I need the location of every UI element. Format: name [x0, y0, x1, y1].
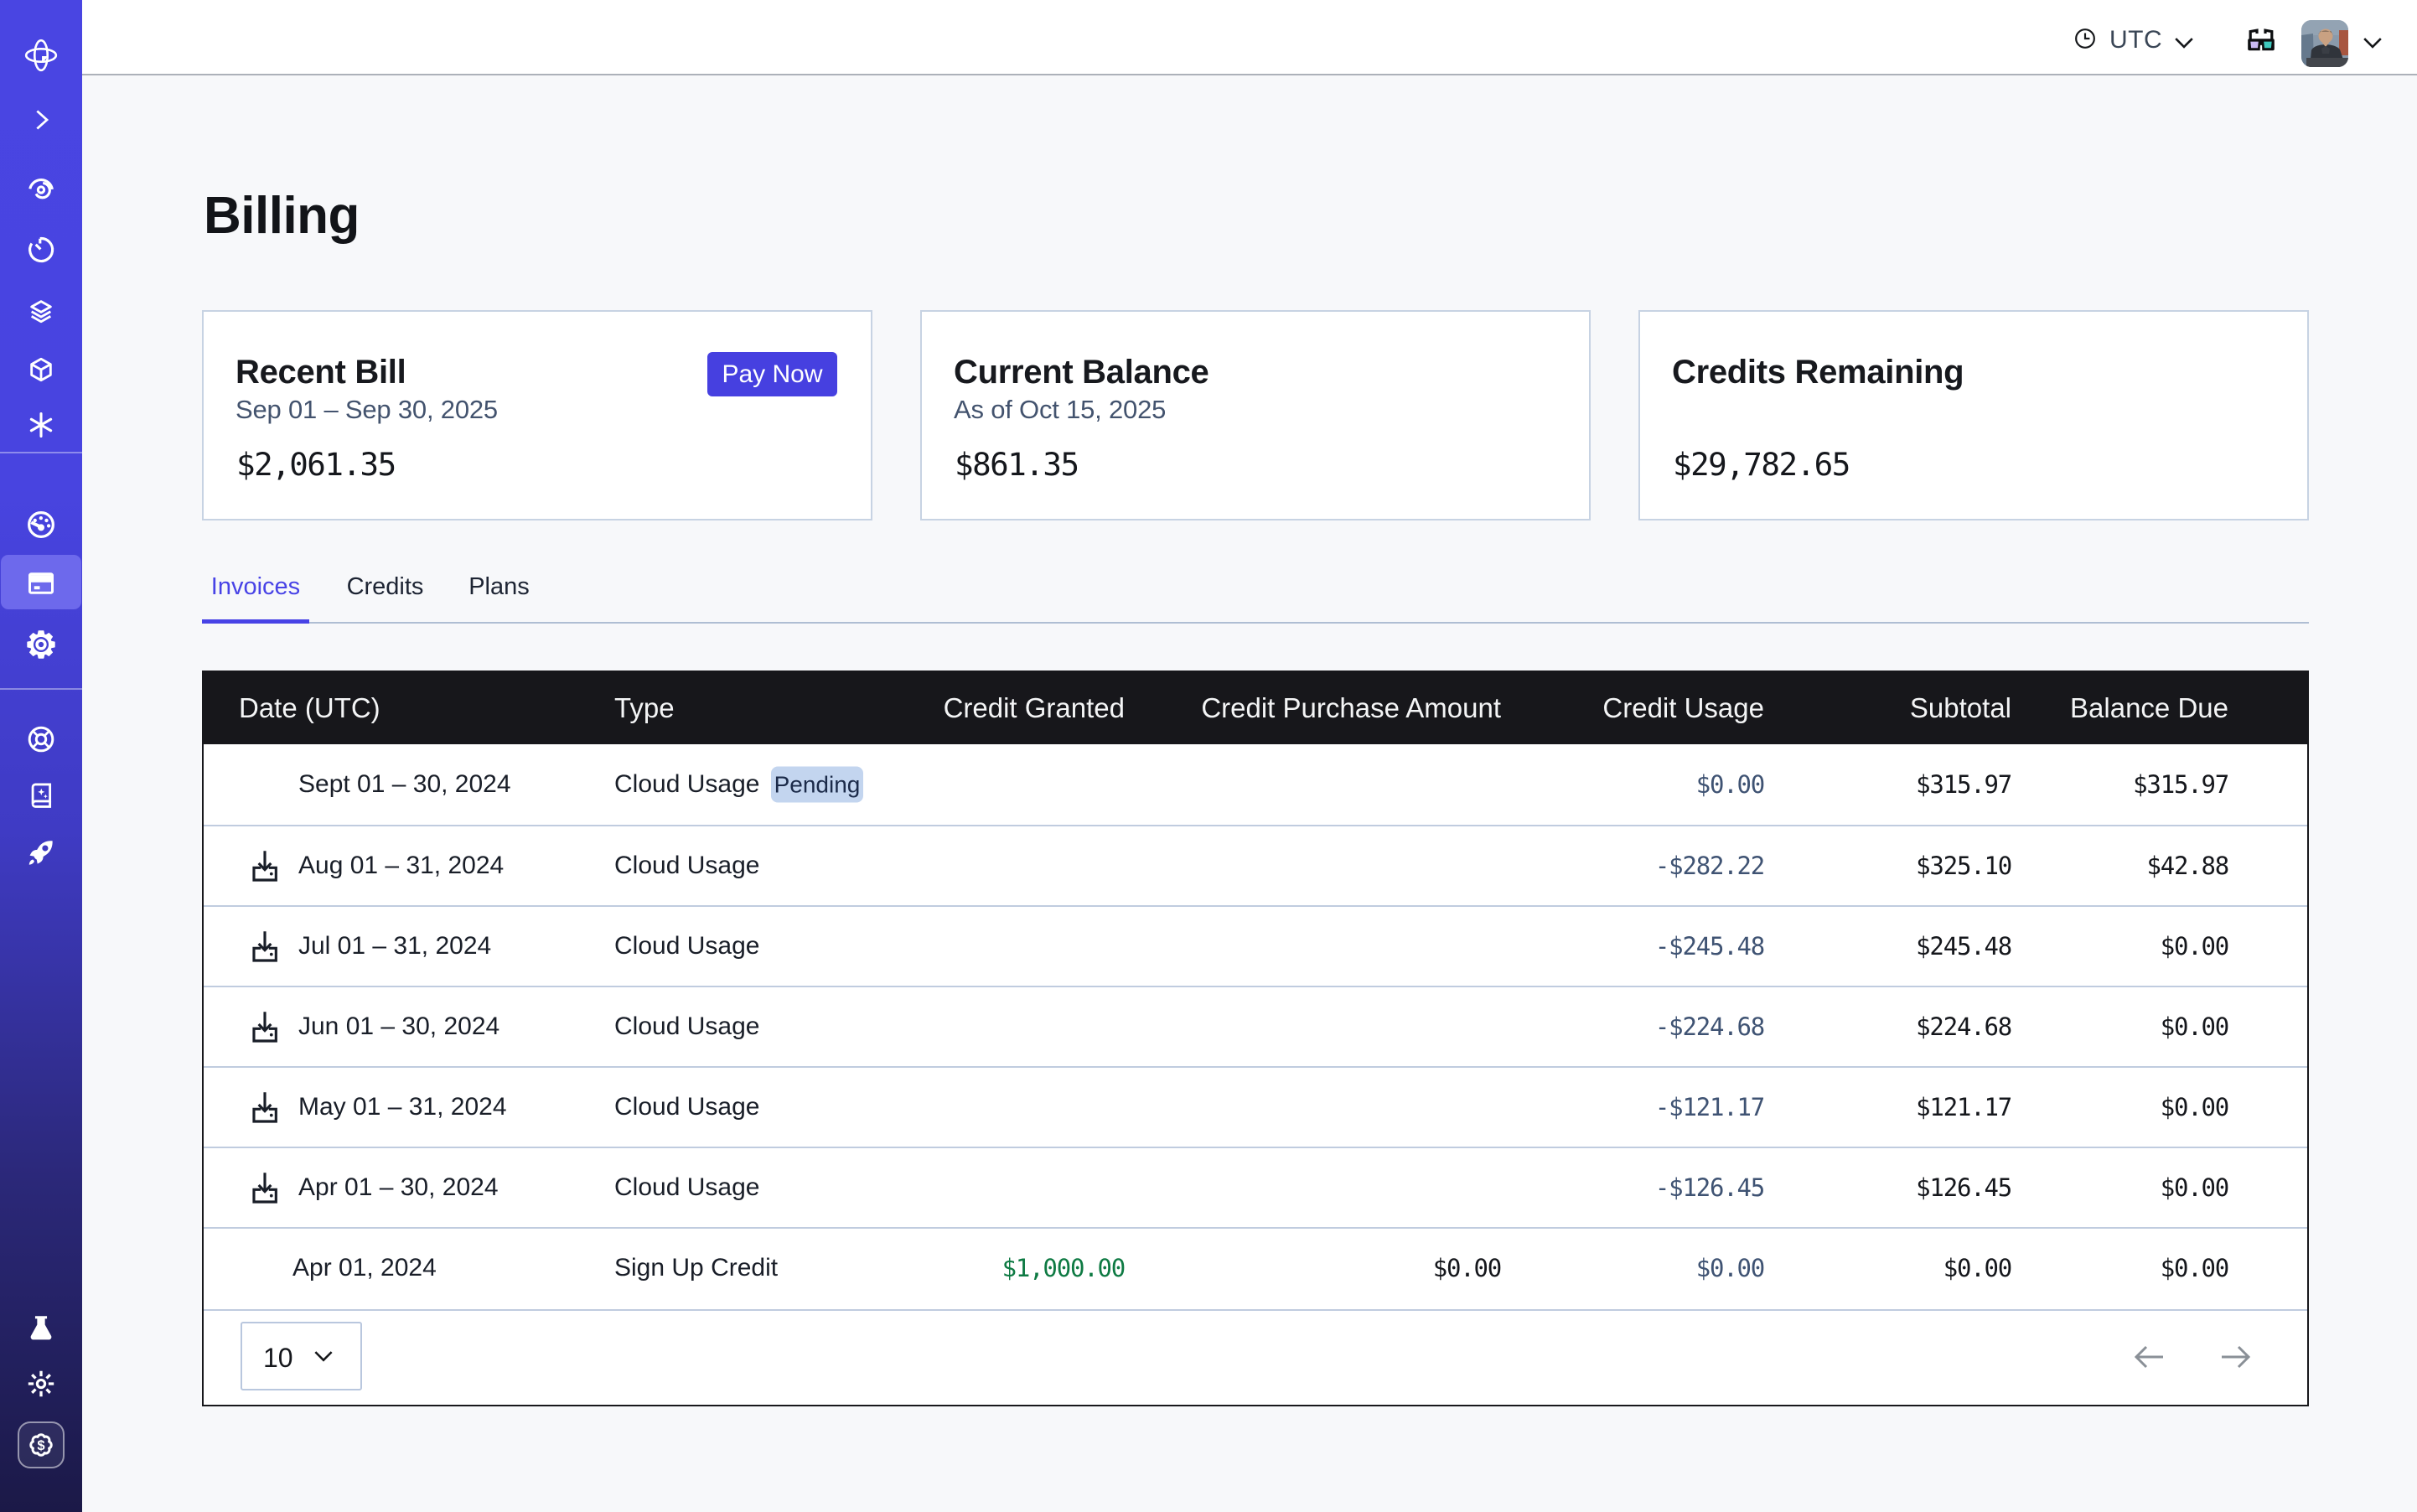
svg-text:$: $ — [37, 1437, 44, 1453]
